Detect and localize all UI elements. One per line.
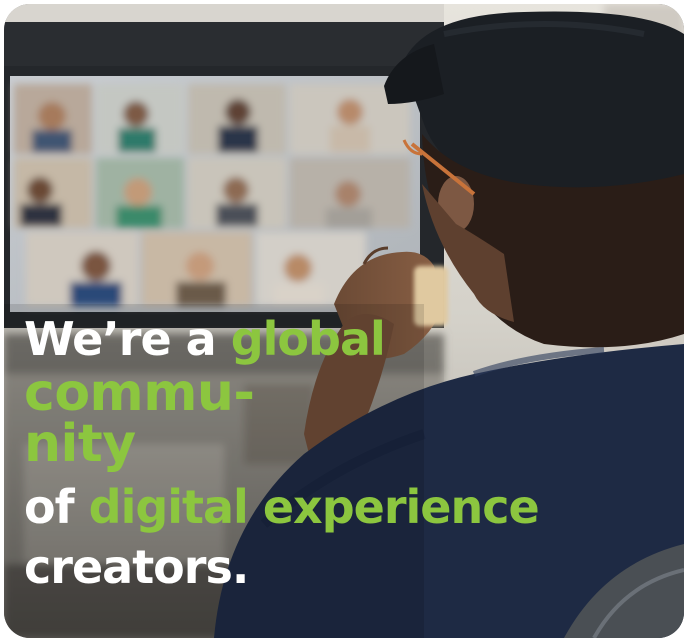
headline-text-white: We’re a [24, 312, 217, 366]
headline-text-white: of [24, 479, 75, 534]
hero-card: We’re a global commu- nity of digital ex… [4, 4, 684, 638]
headline-text-green: global [230, 312, 386, 366]
headline: We’re a global commu- nity of digital ex… [24, 316, 664, 590]
headline-line-5: creators. [24, 539, 249, 594]
headline-line-3: nity [24, 413, 136, 474]
headline-line-2: commu- [24, 363, 255, 423]
headline-text-green: digital experience [88, 479, 540, 534]
headline-line-4: of digital experience [24, 484, 664, 530]
headline-line-1: We’re a global [24, 316, 664, 362]
